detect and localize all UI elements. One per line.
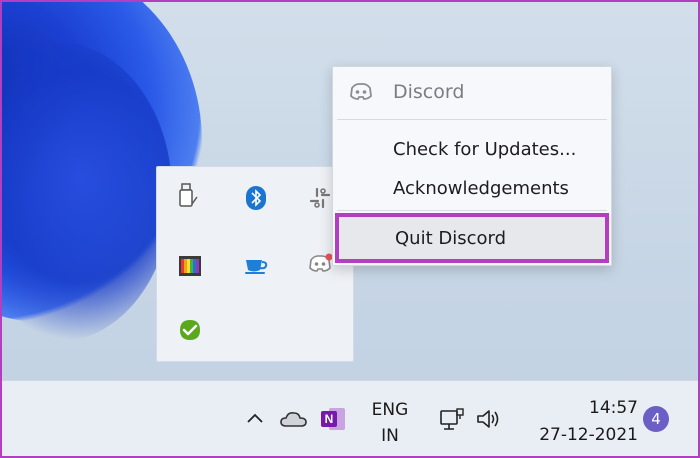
screenshot-frame: Discord Check for Updates... Acknowledge… (0, 0, 700, 458)
onedrive-cloud-icon[interactable] (278, 406, 310, 432)
language-indicator-line1[interactable]: ENG (366, 400, 414, 420)
volume-speaker-icon[interactable] (472, 406, 504, 432)
menu-divider-2 (337, 210, 607, 211)
network-ethernet-icon[interactable] (436, 406, 468, 434)
tray-overflow-panel (156, 166, 354, 362)
language-indicator-line2[interactable]: IN (366, 426, 414, 446)
svg-text:N: N (325, 412, 334, 426)
color-palette-app-icon[interactable] (175, 251, 205, 281)
show-hidden-icons-chevron-icon[interactable] (244, 407, 266, 429)
acknowledgements-item[interactable]: Acknowledgements (333, 170, 611, 206)
bluetooth-icon[interactable] (241, 183, 271, 213)
notification-count-badge[interactable]: 4 (643, 406, 669, 432)
discord-context-menu: Discord Check for Updates... Acknowledge… (332, 66, 612, 266)
check-for-updates-item[interactable]: Check for Updates... (333, 131, 611, 167)
menu-divider (337, 119, 607, 120)
discord-icon[interactable] (305, 249, 335, 279)
discord-logo-icon (347, 81, 375, 107)
clock-date[interactable]: 27-12-2021 (522, 425, 638, 445)
onenote-icon[interactable]: N (318, 405, 348, 433)
taskbar (2, 380, 698, 456)
usb-drive-icon[interactable] (173, 181, 203, 211)
menu-header: Discord (333, 67, 611, 119)
coffee-cup-icon[interactable] (241, 251, 271, 281)
quit-discord-item[interactable]: Quit Discord (335, 213, 609, 263)
menu-app-name: Discord (393, 81, 465, 103)
slack-icon[interactable] (305, 183, 335, 213)
green-check-icon[interactable] (175, 315, 205, 345)
clock-time[interactable]: 14:57 (558, 398, 638, 418)
